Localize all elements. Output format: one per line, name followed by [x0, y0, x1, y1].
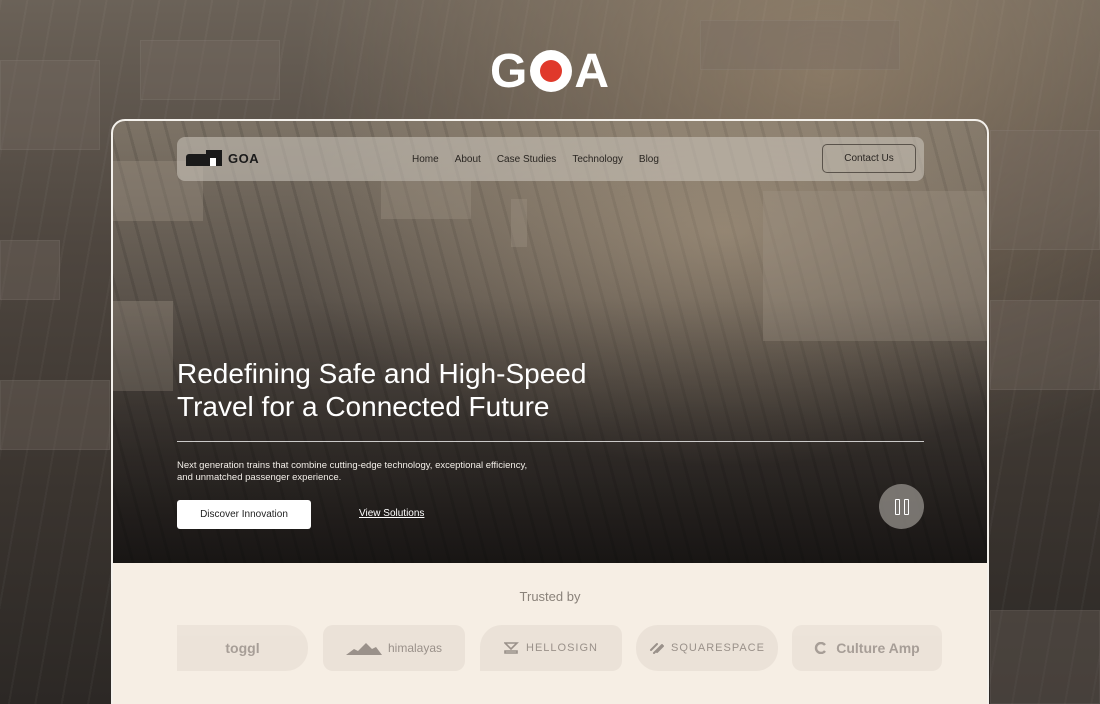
brand-logo-a: A — [574, 44, 610, 98]
trusted-heading: Trusted by — [519, 589, 581, 604]
bg-building — [0, 240, 60, 300]
nav-links: Home About Case Studies Technology Blog — [412, 137, 675, 181]
logo-squarespace: SQUARESPACE — [636, 625, 778, 671]
logo-hellosign-text: HELLOSIGN — [526, 642, 598, 654]
logo-culture-amp: Culture Amp — [792, 625, 942, 671]
pause-icon — [894, 498, 900, 515]
contact-us-button[interactable]: Contact Us — [822, 144, 916, 173]
bg-train — [990, 610, 1100, 704]
trusted-by-section: Trusted by toggl himalayas HELLOSIGN SQU… — [113, 563, 987, 704]
hero-divider — [177, 441, 924, 442]
hellosign-icon — [504, 642, 519, 654]
bg-building — [990, 130, 1100, 250]
logo-squarespace-text: SQUARESPACE — [671, 642, 765, 654]
browser-frame: GOA Home About Case Studies Technology B… — [111, 119, 989, 704]
brand-logo-o-icon — [530, 50, 573, 92]
discover-innovation-button[interactable]: Discover Innovation — [177, 500, 311, 529]
top-navbar: GOA Home About Case Studies Technology B… — [177, 137, 924, 181]
nav-link-case-studies[interactable]: Case Studies — [497, 154, 556, 165]
view-solutions-link[interactable]: View Solutions — [359, 508, 424, 519]
logo-toggl-text: toggl — [225, 640, 260, 656]
pause-button[interactable] — [879, 484, 924, 529]
logo-hellosign: HELLOSIGN — [480, 625, 622, 671]
mountain-icon — [345, 643, 382, 655]
bg-building — [0, 380, 110, 450]
nav-logo-text: GOA — [228, 150, 260, 166]
nav-link-about[interactable]: About — [455, 154, 481, 165]
hero-overlay — [113, 121, 987, 563]
bg-building — [990, 300, 1100, 390]
nav-link-technology[interactable]: Technology — [572, 154, 623, 165]
squarespace-icon — [650, 643, 665, 654]
brand-logo-g: G — [489, 44, 529, 98]
culture-amp-icon — [815, 642, 827, 654]
hero-title: Redefining Safe and High-Speed Travel fo… — [177, 358, 587, 422]
nav-link-home[interactable]: Home — [412, 154, 439, 165]
logo-toggl: toggl — [177, 625, 308, 671]
brand-logo[interactable]: GA — [0, 44, 1100, 98]
nav-logo[interactable]: GOA — [186, 150, 259, 166]
logo-culture-amp-text: Culture Amp — [836, 640, 920, 656]
hero-description: Next generation trains that combine cutt… — [177, 460, 528, 483]
logo-mark-icon — [186, 150, 222, 166]
pause-icon-bar — [903, 498, 909, 515]
logo-himalayas: himalayas — [323, 625, 465, 671]
nav-link-blog[interactable]: Blog — [639, 154, 659, 165]
hero-section: GOA Home About Case Studies Technology B… — [113, 121, 987, 563]
logo-himalayas-text: himalayas — [387, 641, 443, 655]
